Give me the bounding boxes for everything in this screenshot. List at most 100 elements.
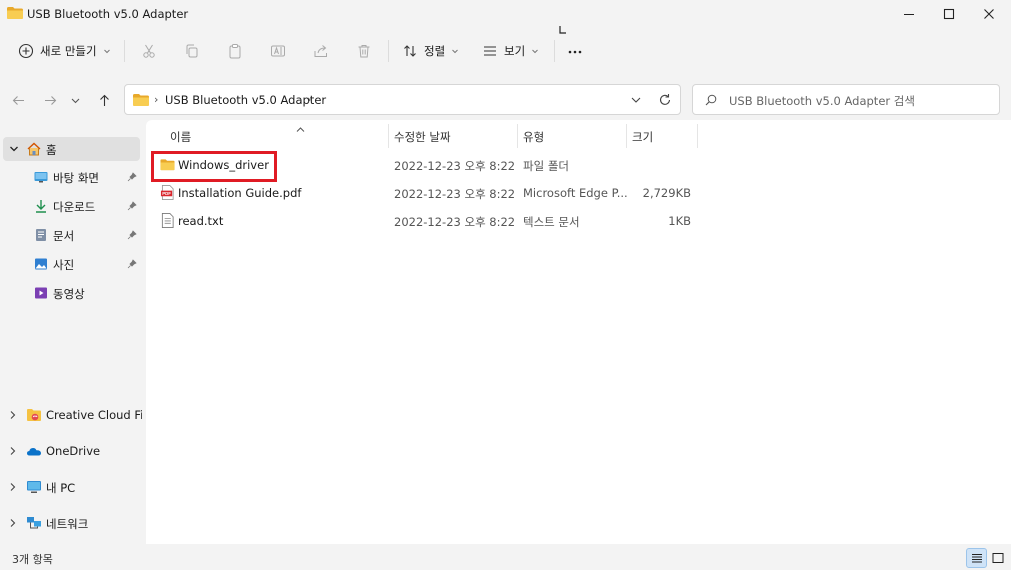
cut-button[interactable] bbox=[139, 41, 159, 61]
file-size: 2,729KB bbox=[642, 186, 691, 200]
pc-icon bbox=[27, 481, 41, 493]
command-bar: 새로 만들기 정렬 보기 bbox=[0, 32, 1011, 70]
sidebar-item-videos[interactable]: 동영상 bbox=[0, 281, 142, 305]
list-view-icon bbox=[484, 46, 496, 56]
file-date: 2022-12-23 오후 8:22 bbox=[394, 159, 516, 173]
tiles-view-button[interactable] bbox=[987, 548, 1008, 568]
sidebar-item-label: 네트워크 bbox=[46, 517, 89, 531]
breadcrumb-chevron-icon[interactable]: › bbox=[154, 93, 158, 106]
delete-button[interactable] bbox=[354, 41, 374, 61]
column-divider[interactable] bbox=[626, 124, 627, 148]
copy-icon bbox=[186, 44, 198, 58]
chevron-right-icon[interactable] bbox=[8, 482, 17, 492]
pin-icon bbox=[127, 259, 137, 269]
view-button-label: 보기 bbox=[504, 44, 526, 58]
chevron-down-icon[interactable] bbox=[630, 94, 642, 106]
file-type: 텍스트 문서 bbox=[523, 215, 580, 229]
sidebar-item-creative-cloud[interactable]: Creative Cloud Files bbox=[0, 403, 142, 427]
chevron-right-icon[interactable] bbox=[8, 446, 17, 456]
column-divider[interactable] bbox=[388, 124, 389, 148]
maximize-icon bbox=[943, 8, 955, 20]
plus-circle-icon bbox=[18, 43, 34, 59]
search-box[interactable]: USB Bluetooth v5.0 Adapter 검색 bbox=[692, 84, 1000, 115]
close-button[interactable] bbox=[967, 0, 1011, 28]
chevron-right-icon[interactable] bbox=[8, 518, 17, 528]
file-date: 2022-12-23 오후 8:22 bbox=[394, 187, 516, 201]
forward-button[interactable] bbox=[40, 90, 60, 110]
chevron-down-icon bbox=[103, 49, 110, 54]
file-name: Installation Guide.pdf bbox=[178, 186, 302, 200]
close-icon bbox=[984, 9, 994, 19]
folder-icon bbox=[133, 94, 149, 106]
paste-button[interactable] bbox=[225, 41, 245, 61]
breadcrumb-item[interactable]: USB Bluetooth v5.0 Adapter bbox=[165, 93, 326, 107]
toolbar-divider bbox=[124, 40, 125, 62]
file-row[interactable]: PDF Installation Guide.pdf 2022-12-23 오후… bbox=[146, 180, 706, 206]
recent-locations-button[interactable] bbox=[67, 90, 83, 110]
sort-button-label: 정렬 bbox=[424, 44, 446, 58]
refresh-icon[interactable] bbox=[658, 93, 672, 107]
status-bar: 3개 항목 bbox=[0, 546, 1011, 570]
column-divider[interactable] bbox=[517, 124, 518, 148]
maximize-button[interactable] bbox=[927, 0, 971, 28]
more-options-button[interactable] bbox=[565, 41, 585, 61]
view-button[interactable]: 보기 bbox=[482, 38, 539, 64]
toolbar-divider bbox=[554, 40, 555, 62]
sidebar-item-this-pc[interactable]: 내 PC bbox=[0, 475, 142, 499]
column-header-label: 크기 bbox=[632, 130, 654, 144]
sort-button[interactable]: 정렬 bbox=[402, 38, 459, 64]
file-type: Microsoft Edge P... bbox=[523, 186, 628, 200]
sidebar-item-desktop[interactable]: 바탕 화면 bbox=[0, 165, 142, 189]
sidebar-item-home[interactable]: 홈 bbox=[3, 137, 140, 161]
rename-icon bbox=[271, 45, 285, 57]
breadcrumb-chevron-icon[interactable]: › bbox=[307, 93, 311, 106]
column-header-name[interactable]: 이름 bbox=[170, 124, 388, 148]
column-header-size[interactable]: 크기 bbox=[632, 124, 692, 148]
sidebar-item-label: 다운로드 bbox=[53, 200, 96, 214]
sidebar-item-label: 바탕 화면 bbox=[53, 171, 99, 185]
column-header-date[interactable]: 수정한 날짜 bbox=[394, 124, 514, 148]
chevron-down-icon[interactable] bbox=[9, 144, 19, 154]
arrow-right-icon bbox=[44, 95, 56, 105]
chevron-down-icon bbox=[71, 98, 79, 103]
network-icon bbox=[27, 517, 41, 529]
clipboard-icon bbox=[229, 44, 241, 59]
address-row: › USB Bluetooth v5.0 Adapter › USB Bluet… bbox=[0, 84, 1011, 116]
minimize-button[interactable] bbox=[887, 0, 931, 28]
new-button-label: 새로 만들기 bbox=[40, 44, 97, 58]
rename-button[interactable] bbox=[268, 41, 288, 61]
window-title: USB Bluetooth v5.0 Adapter bbox=[27, 7, 189, 21]
share-button[interactable] bbox=[311, 41, 331, 61]
arrow-left-icon bbox=[12, 95, 24, 105]
copy-button[interactable] bbox=[182, 41, 202, 61]
sidebar-item-documents[interactable]: 문서 bbox=[0, 223, 142, 247]
details-view-icon bbox=[971, 554, 982, 563]
new-button[interactable]: 새로 만들기 bbox=[12, 38, 117, 64]
file-explorer-window: USB Bluetooth v5.0 Adapter 새로 만들기 정렬 보기 … bbox=[0, 0, 1011, 570]
search-icon bbox=[705, 94, 717, 106]
column-header-type[interactable]: 유형 bbox=[523, 124, 623, 148]
column-divider[interactable] bbox=[697, 124, 698, 148]
details-view-button[interactable] bbox=[966, 548, 987, 568]
sidebar-item-pictures[interactable]: 사진 bbox=[0, 252, 142, 276]
share-icon bbox=[314, 45, 327, 57]
highlight-box bbox=[151, 151, 277, 182]
back-button[interactable] bbox=[8, 90, 28, 110]
sidebar-item-onedrive[interactable]: OneDrive bbox=[0, 439, 142, 463]
column-header-label: 유형 bbox=[523, 130, 545, 144]
pin-icon bbox=[127, 201, 137, 211]
picture-icon bbox=[35, 258, 47, 270]
sidebar-item-label: Creative Cloud Files bbox=[46, 408, 142, 422]
chevron-right-icon[interactable] bbox=[8, 410, 17, 420]
column-header-label: 이름 bbox=[170, 130, 192, 144]
file-row[interactable]: read.txt 2022-12-23 오후 8:22 텍스트 문서 1KB bbox=[146, 208, 706, 234]
sidebar-item-downloads[interactable]: 다운로드 bbox=[0, 194, 142, 218]
home-icon bbox=[27, 142, 41, 156]
sidebar-item-label: 홈 bbox=[46, 143, 57, 157]
pin-icon bbox=[127, 172, 137, 182]
title-bar: USB Bluetooth v5.0 Adapter bbox=[0, 0, 1011, 28]
sidebar-item-network[interactable]: 네트워크 bbox=[0, 511, 142, 535]
address-bar[interactable]: › USB Bluetooth v5.0 Adapter › bbox=[124, 84, 681, 115]
column-header-label: 수정한 날짜 bbox=[394, 130, 451, 144]
up-button[interactable] bbox=[94, 90, 114, 110]
